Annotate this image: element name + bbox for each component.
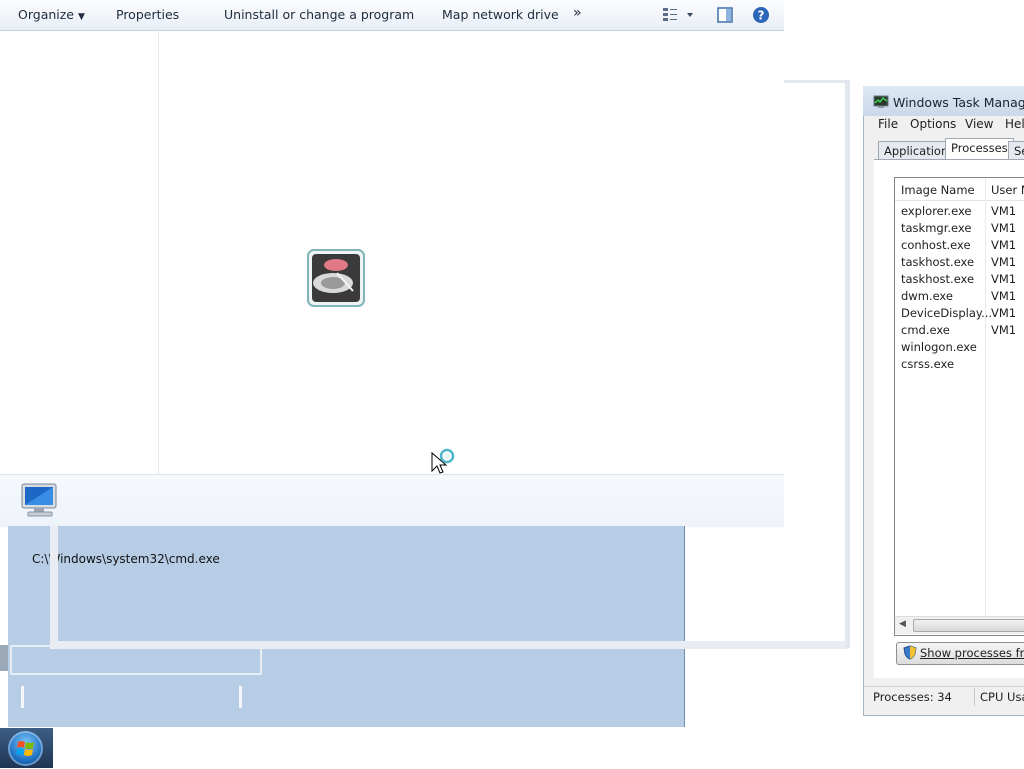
process-user: VM1 <box>991 221 1017 235</box>
process-name[interactable]: taskmgr.exe <box>901 221 971 235</box>
ghost-frame-top <box>784 80 848 83</box>
view-options-icon[interactable] <box>662 7 696 26</box>
content-pane <box>159 31 784 474</box>
windows-logo-icon[interactable] <box>8 731 43 766</box>
task-manager-title: Windows Task Manager <box>893 95 1024 110</box>
column-separator <box>985 178 986 616</box>
help-icon[interactable]: ? <box>752 6 770 27</box>
uninstall-program-button[interactable]: Uninstall or change a program <box>224 7 414 22</box>
ghost-marker-left <box>21 686 24 708</box>
process-name[interactable]: explorer.exe <box>901 204 972 218</box>
navigation-pane <box>0 31 159 474</box>
status-processes: Processes: 34 <box>873 690 952 704</box>
process-user: VM1 <box>991 255 1017 269</box>
process-user: VM1 <box>991 238 1017 252</box>
column-image-name[interactable]: Image Name <box>901 183 975 197</box>
computer-icon <box>18 482 62 523</box>
show-all-processes-label: Show processes from all users <box>920 646 1024 660</box>
properties-button[interactable]: Properties <box>116 7 179 22</box>
process-user: VM1 <box>991 289 1017 303</box>
process-user: VM1 <box>991 272 1017 286</box>
menu-view[interactable]: View <box>965 117 993 131</box>
ghost-marker-right <box>239 686 242 708</box>
process-name[interactable]: taskhost.exe <box>901 272 974 286</box>
preview-pane-icon[interactable] <box>717 7 733 26</box>
organize-label: Organize <box>18 7 74 22</box>
status-cpu-usage: CPU Usage: 0% <box>980 690 1024 704</box>
scrollbar-thumb[interactable] <box>913 619 1024 632</box>
process-name[interactable]: dwm.exe <box>901 289 953 303</box>
ghost-inner-box <box>10 645 262 675</box>
menu-file[interactable]: File <box>878 117 898 131</box>
process-name[interactable]: csrss.exe <box>901 357 954 371</box>
explorer-toolbar: Organize ▼ Properties Uninstall or change… <box>0 0 784 31</box>
media-player-icon[interactable] <box>307 249 365 310</box>
chevron-down-icon: ▼ <box>78 12 85 22</box>
uac-shield-icon <box>903 645 917 663</box>
organize-button[interactable]: Organize ▼ <box>18 7 85 22</box>
menu-help[interactable]: Help <box>1005 117 1024 131</box>
ghost-left-edge <box>0 645 8 671</box>
map-network-drive-button[interactable]: Map network drive <box>442 7 559 22</box>
process-name[interactable]: conhost.exe <box>901 238 971 252</box>
process-name[interactable]: winlogon.exe <box>901 340 977 354</box>
process-name[interactable]: taskhost.exe <box>901 255 974 269</box>
process-user: VM1 <box>991 204 1017 218</box>
cmd-window-title: C:\Windows\system32\cmd.exe <box>32 552 220 566</box>
more-commands-button[interactable]: » <box>573 5 582 21</box>
details-pane <box>0 474 784 527</box>
task-manager-icon <box>873 95 889 112</box>
ghost-frame-left <box>50 526 58 646</box>
column-user-name[interactable]: User Name <box>991 183 1024 197</box>
ghost-frame-right <box>845 80 850 648</box>
menu-options[interactable]: Options <box>910 117 956 131</box>
scroll-left-icon[interactable]: ◀ <box>899 619 906 629</box>
process-user: VM1 <box>991 323 1017 337</box>
status-divider <box>974 688 975 706</box>
process-name[interactable]: cmd.exe <box>901 323 950 337</box>
process-name[interactable]: DeviceDisplay... <box>901 306 992 320</box>
process-user: VM1 <box>991 306 1017 320</box>
svg-text:?: ? <box>758 9 765 23</box>
